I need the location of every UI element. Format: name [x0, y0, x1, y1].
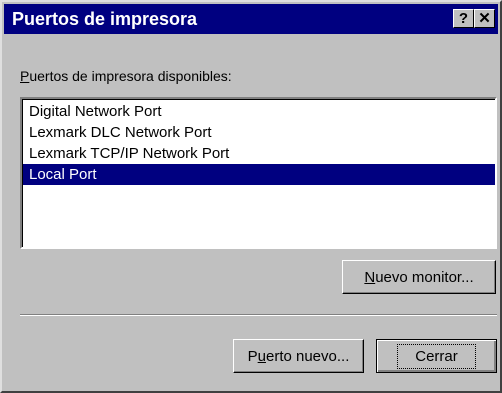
new-monitor-button[interactable]: Nuevo monitor...	[342, 260, 496, 294]
window-title: Puertos de impresora	[12, 9, 198, 29]
close-window-button[interactable]: ✕	[474, 9, 495, 28]
help-button[interactable]: ?	[453, 9, 474, 28]
new-port-button[interactable]: Puerto nuevo...	[233, 339, 364, 373]
close-button-label: Cerrar	[397, 343, 476, 369]
separator	[20, 314, 497, 316]
new-port-label: Puerto nuevo...	[247, 347, 350, 365]
list-item-selected[interactable]: Local Port	[23, 164, 495, 185]
new-monitor-label: Nuevo monitor...	[364, 268, 474, 286]
close-icon: ✕	[478, 10, 491, 27]
ports-listbox[interactable]: Digital Network Port Lexmark DLC Network…	[20, 97, 497, 249]
printer-ports-dialog: Puertos de impresora ? ✕ Puertos de impr…	[0, 0, 502, 393]
available-ports-label: Puertos de impresora disponibles:	[20, 68, 232, 84]
close-button[interactable]: Cerrar	[376, 339, 497, 373]
list-item[interactable]: Digital Network Port	[27, 101, 491, 122]
list-item[interactable]: Lexmark DLC Network Port	[27, 122, 491, 143]
title-bar[interactable]: Puertos de impresora ? ✕	[4, 4, 498, 34]
list-item[interactable]: Lexmark TCP/IP Network Port	[27, 143, 491, 164]
help-icon: ?	[458, 10, 469, 27]
